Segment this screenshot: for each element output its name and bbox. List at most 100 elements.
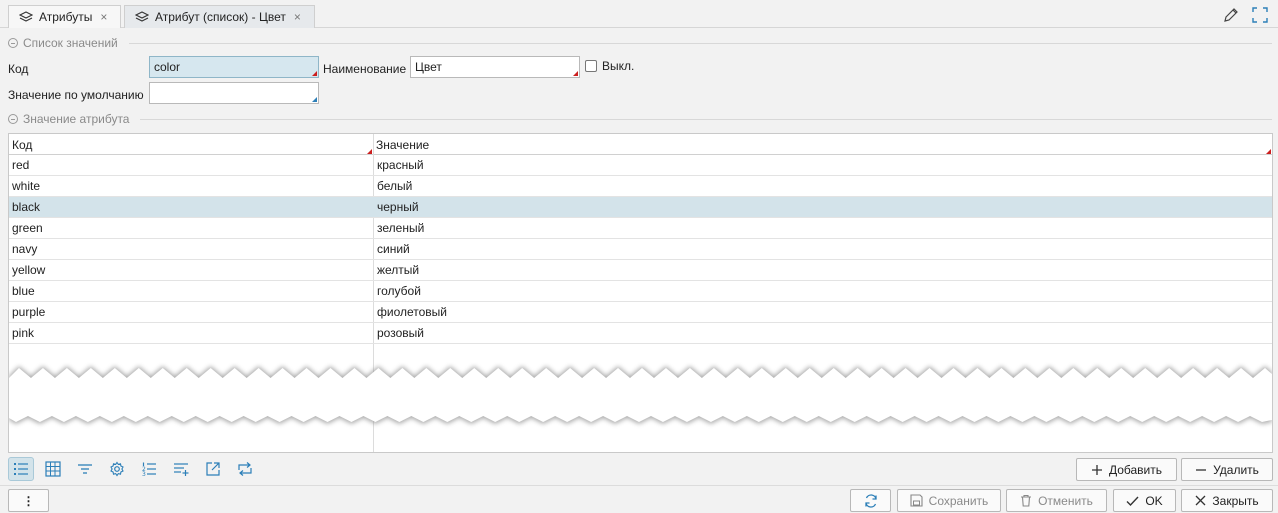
more-vertical-icon: ⋮ [22,493,35,508]
cell-code: pink [12,326,35,340]
column-title: Код [12,138,33,152]
disabled-label: Выкл. [602,59,635,73]
collapse-icon[interactable] [8,114,18,124]
tab-bar: Атрибуты × Атрибут (список) - Цвет × [0,0,1278,28]
pencil-icon[interactable] [1222,6,1240,24]
settings-icon[interactable] [104,457,130,481]
torn-edge [9,366,1272,424]
section-attr-header[interactable]: Значение атрибута [8,112,129,126]
divider [129,43,1272,44]
required-marker [312,71,317,76]
grid-toolbar: 32 [8,457,264,481]
cell-code: purple [12,305,46,319]
name-value: Цвет [415,60,442,74]
table-row[interactable]: white белый [9,176,1272,197]
add-button[interactable]: Добавить [1076,458,1177,481]
export-icon[interactable] [200,457,226,481]
values-grid: Код Значение red красный white белый bla… [8,133,1273,453]
cell-value: розовый [377,326,424,340]
numbered-list-icon[interactable]: 32 [136,457,162,481]
table-row[interactable]: purple фиолетовый [9,302,1272,323]
save-button-label: Сохранить [928,493,989,508]
close-icon[interactable]: × [100,10,107,24]
name-label: Наименование [323,62,407,76]
column-header-value[interactable]: Значение [373,134,1272,155]
section-title: Список значений [23,36,118,50]
plus-icon [1091,464,1103,476]
close-icon[interactable]: × [294,10,301,24]
cell-value: синий [377,242,410,256]
code-label: Код [8,62,29,76]
check-icon [1126,495,1139,507]
cell-code: green [12,221,43,235]
table-row-selected[interactable]: black черный [9,197,1272,218]
footer-divider [0,485,1278,486]
tab-attributes[interactable]: Атрибуты × [8,5,121,28]
section-values-header[interactable]: Список значений [8,36,118,50]
required-marker [1266,149,1271,154]
cell-value: желтый [377,263,420,277]
ok-button-label: OK [1145,493,1163,508]
cancel-button-label: Отменить [1038,493,1093,508]
close-icon [1195,495,1206,506]
table-row[interactable]: red красный [9,155,1272,176]
divider [140,119,1272,120]
cell-value: черный [377,200,419,214]
more-menu-button[interactable]: ⋮ [8,489,49,512]
collapse-icon[interactable] [8,38,18,48]
tab-label: Атрибут (список) - Цвет [155,10,286,24]
filter-icon[interactable] [72,457,98,481]
cell-code: navy [12,242,38,256]
trash-icon [1020,494,1032,507]
cancel-button[interactable]: Отменить [1006,489,1107,512]
disabled-checkbox[interactable] [585,60,597,72]
cell-code: white [12,179,41,193]
svg-text:2: 2 [142,466,146,473]
table-row[interactable]: blue голубой [9,281,1272,302]
name-field[interactable]: Цвет [410,56,580,78]
tab-attribute-color[interactable]: Атрибут (список) - Цвет × [124,5,315,28]
code-field[interactable]: color [149,56,319,78]
layers-icon [135,11,149,23]
cell-value: зеленый [377,221,425,235]
column-title: Значение [376,138,430,152]
cell-code: red [12,158,30,172]
save-icon [910,494,923,507]
list-view-icon[interactable] [8,457,34,481]
table-row[interactable]: green зеленый [9,218,1272,239]
section-title: Значение атрибута [23,112,130,126]
delete-button[interactable]: Удалить [1181,458,1273,481]
fullscreen-icon[interactable] [1251,6,1269,24]
required-marker [367,149,372,154]
layers-icon [19,11,33,23]
grid-header: Код Значение [9,134,1272,155]
delete-button-label: Удалить [1213,462,1259,477]
cell-value: белый [377,179,413,193]
default-value-field[interactable] [149,82,319,104]
cell-value: красный [377,158,424,172]
transfer-icon[interactable] [232,457,258,481]
table-row[interactable]: navy синий [9,239,1272,260]
cell-value: фиолетовый [377,305,448,319]
code-value: color [154,60,181,74]
field-marker [312,97,317,102]
table-view-icon[interactable] [40,457,66,481]
cell-code: blue [12,284,35,298]
close-button-label: Закрыть [1212,493,1259,508]
refresh-button[interactable] [850,489,891,512]
save-button[interactable]: Сохранить [897,489,1001,512]
required-marker [573,71,578,76]
tab-label: Атрибуты [39,10,93,24]
table-row[interactable]: yellow желтый [9,260,1272,281]
cell-code: black [12,200,41,214]
cell-code: yellow [12,263,46,277]
default-value-label: Значение по умолчанию [8,88,144,102]
cell-value: голубой [377,284,421,298]
add-button-label: Добавить [1108,462,1163,477]
ok-button[interactable]: OK [1113,489,1176,512]
table-row[interactable]: pink розовый [9,323,1272,344]
column-header-code[interactable]: Код [9,134,373,155]
close-button[interactable]: Закрыть [1181,489,1273,512]
add-rows-icon[interactable] [168,457,194,481]
refresh-icon [864,493,878,508]
